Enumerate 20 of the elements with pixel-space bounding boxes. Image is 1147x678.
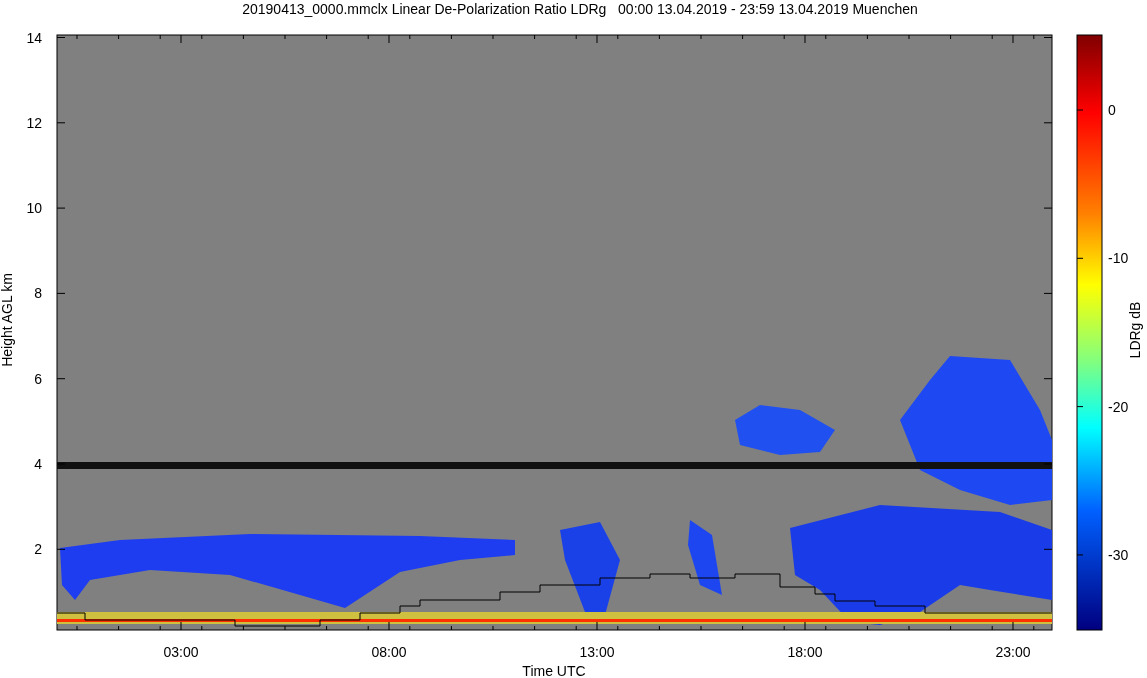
- colorbar-tick-label: 0: [1108, 102, 1116, 118]
- x-axis-label: Time UTC: [522, 663, 586, 678]
- y-tick-label: 14: [26, 29, 42, 46]
- y-tick-label: 2: [34, 541, 42, 558]
- plot-title: 20190413_0000.mmclx Linear De-Polarization Ratio LDRg 00:00 13.04.2019 - 23:59 13.04.2019 Muenchen: [242, 1, 918, 17]
- x-tick-label: 13:00: [579, 644, 615, 660]
- x-tick-label: 08:00: [371, 644, 407, 660]
- y-axis-label: Height AGL km: [0, 273, 15, 367]
- colorbar-tick-label: -20: [1108, 398, 1129, 415]
- y-tick-label: 12: [26, 114, 42, 131]
- y-tick-label: 8: [34, 285, 42, 302]
- x-tick-label: 03:00: [163, 644, 199, 660]
- y-tick-label: 4: [34, 456, 42, 472]
- colorbar-tick-label: -10: [1108, 250, 1129, 267]
- colorbar-tick-label: -30: [1108, 546, 1129, 563]
- colorbar-label: LDRg dB: [1127, 301, 1143, 359]
- y-tick-label: 6: [34, 370, 42, 387]
- y-tick-label: 10: [26, 200, 42, 217]
- x-tick-label: 18:00: [787, 644, 823, 660]
- x-tick-label: 23:00: [995, 644, 1031, 660]
